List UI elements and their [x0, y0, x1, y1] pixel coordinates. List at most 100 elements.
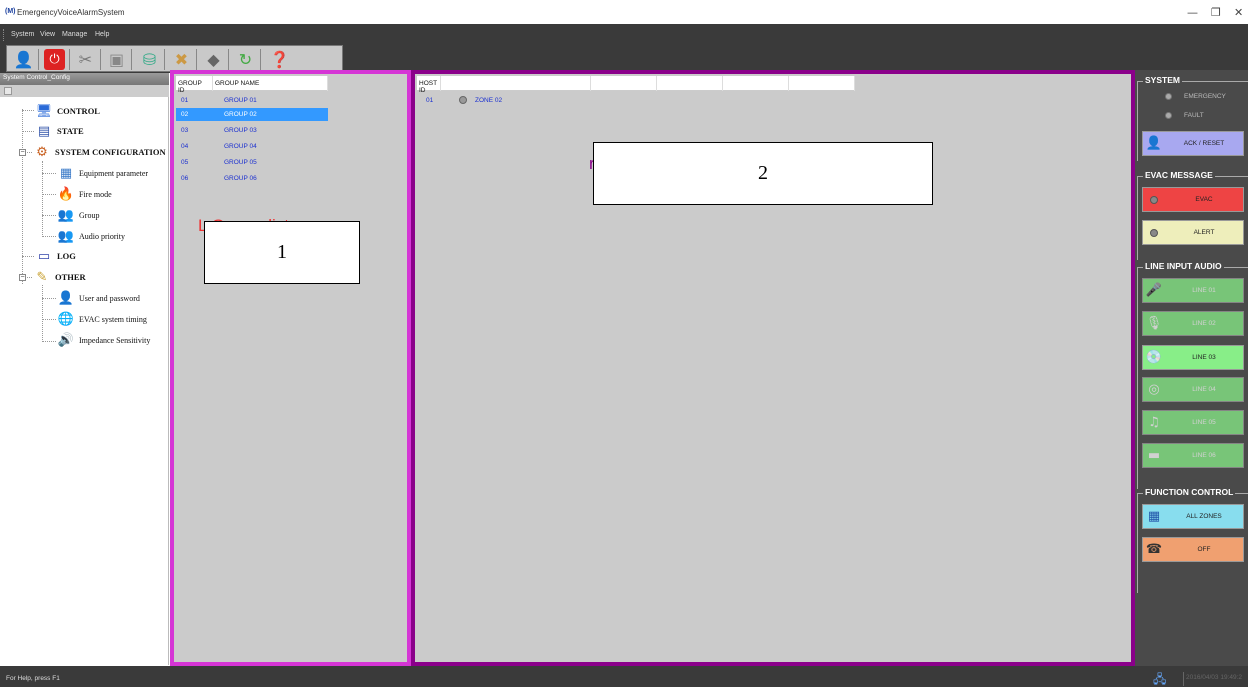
save-icon[interactable]: ▣ [106, 49, 127, 70]
expand-other[interactable]: − [19, 274, 26, 281]
log-icon: ▭ [37, 248, 51, 264]
tree-item-log[interactable]: ▭ LOG [34, 246, 76, 266]
host-list-header: HOST ID [417, 76, 855, 94]
alert-button[interactable]: ALERT [1142, 220, 1244, 245]
host-list-panel: HOST ID 01 ZONE 02 r 2 [411, 70, 1135, 666]
menu-grip [3, 29, 5, 41]
control-panel: SYSTEM EMERGENCY FAULT 👤 ACK / RESET EVA… [1135, 70, 1248, 666]
emergency-indicator: EMERGENCY [1165, 93, 1226, 100]
minimize-button[interactable]: — [1187, 6, 1198, 19]
restore-button[interactable]: ❐ [1211, 6, 1221, 19]
line-03-button[interactable]: 💿 LINE 03 [1142, 345, 1244, 370]
tree-item-control[interactable]: 🖥 CONTROL [34, 101, 100, 121]
section-function-control: FUNCTION CONTROL [1137, 487, 1248, 593]
user-icon[interactable]: 👤 [13, 49, 34, 70]
user-icon: 👤 [1145, 136, 1163, 151]
document-icon[interactable] [4, 87, 12, 95]
line-06-button[interactable]: ▬ LINE 06 [1142, 443, 1244, 468]
microphone-icon: 🎤 [1145, 283, 1163, 298]
sidebar-title: System Control_Config [0, 73, 169, 85]
table-row[interactable]: 01 ZONE 02 [417, 94, 617, 107]
power-icon[interactable]: ⏻ [44, 49, 65, 70]
table-row[interactable]: 04 GROUP 04 [176, 140, 328, 153]
evac-lamp-icon [1143, 190, 1165, 210]
app-icon: (M) [5, 8, 16, 15]
network-status-icon: 🖧 [1153, 672, 1167, 686]
column-group-name[interactable]: GROUP NAME [213, 76, 328, 91]
fault-indicator: FAULT [1165, 112, 1204, 119]
line-02-button[interactable]: 🎙 LINE 02 [1142, 311, 1244, 336]
section-evac-message: EVAC MESSAGE [1137, 170, 1248, 260]
menu-system[interactable]: System [11, 31, 34, 38]
emergency-lamp-icon [1165, 93, 1172, 100]
network-icon[interactable]: ⛁ [139, 49, 160, 70]
menu-view[interactable]: View [40, 31, 55, 38]
group-list-panel: GROUP ID GROUP NAME 01 GROUP 01 02 GROUP… [170, 70, 411, 666]
line-01-button[interactable]: 🎤 LINE 01 [1142, 278, 1244, 303]
evac-button[interactable]: EVAC [1142, 187, 1244, 212]
status-bar: For Help, press F1 🖧 2016/04/03 19:49:2 [0, 666, 1248, 687]
monitor-icon: 🖥 [35, 103, 53, 119]
toolbar-strip: 👤 ⏻ ✂ ▣ ⛁ ✖ ◆ ↻ ❓ [6, 45, 343, 72]
music-note-icon: ♫ [1148, 415, 1160, 430]
refresh-icon[interactable]: ↻ [235, 49, 256, 70]
user-key-icon: 👤 [57, 290, 75, 306]
ack-reset-button[interactable]: 👤 ACK / RESET [1142, 131, 1244, 156]
annotation-box-2: 2 [593, 142, 933, 205]
speaker-icon: 🔊 [57, 332, 75, 348]
tree-item-fire-mode[interactable]: 🔥 Fire mode [56, 184, 112, 204]
tree-item-evac-system-timing[interactable]: 🌐 EVAC system timing [56, 309, 147, 329]
equipment-icon: ▦ [59, 165, 73, 181]
close-button[interactable]: ✕ [1234, 6, 1243, 19]
sidebar: System Control_Config − − 🖥 CONTROL ▤ ST… [0, 73, 169, 665]
annotation-box-1: 1 [204, 221, 360, 284]
tools-icon[interactable]: ✂ [75, 49, 96, 70]
connect-icon[interactable]: ✖ [171, 49, 192, 70]
tree-item-system-configuration[interactable]: ⚙ SYSTEM CONFIGURATION [32, 142, 165, 162]
menu-help[interactable]: Help [95, 31, 109, 38]
status-help-text: For Help, press F1 [6, 675, 60, 682]
group-list-header: GROUP ID GROUP NAME [176, 76, 328, 94]
menu-bar: System View Manage Help [0, 24, 1248, 45]
menu-manage[interactable]: Manage [62, 31, 87, 38]
handheld-mic-icon: 🎙 [1145, 316, 1163, 331]
expand-system-configuration[interactable]: − [19, 149, 26, 156]
all-zones-button[interactable]: ▦ ALL ZONES [1142, 504, 1244, 529]
table-row[interactable]: 01 GROUP 01 [176, 94, 328, 107]
tree-item-user-and-password[interactable]: 👤 User and password [56, 288, 140, 308]
erase-icon[interactable]: ◆ [203, 49, 224, 70]
column-group-id[interactable]: GROUP ID [176, 76, 213, 94]
table-row[interactable]: 03 GROUP 03 [176, 124, 328, 137]
state-icon: ▤ [37, 123, 51, 139]
toolbar: 👤 ⏻ ✂ ▣ ⛁ ✖ ◆ ↻ ❓ [0, 45, 1248, 73]
fault-lamp-icon [1165, 112, 1172, 119]
column-host-id[interactable]: HOST ID [417, 76, 441, 94]
line-04-button[interactable]: ◎ LINE 04 [1142, 377, 1244, 402]
tree-item-equipment-parameter[interactable]: ▦ Equipment parameter [56, 163, 148, 183]
zone-status-icon [459, 96, 467, 104]
group-icon: 👥 [57, 207, 75, 223]
help-icon[interactable]: ❓ [269, 49, 290, 70]
title-bar: (M) EmergencyVoiceAlarmSystem — ❐ ✕ [0, 0, 1248, 24]
table-row[interactable]: 06 GROUP 06 [176, 172, 328, 185]
cd-player-icon: 💿 [1145, 350, 1163, 365]
gear-icon: ⚙ [36, 144, 48, 160]
table-row-selected[interactable]: 02 GROUP 02 [176, 108, 328, 121]
section-line-input-audio: LINE INPUT AUDIO [1137, 261, 1248, 489]
tree-item-impedance-sensitivity[interactable]: 🔊 Impedance Sensitivity [56, 330, 150, 350]
window-title: EmergencyVoiceAlarmSystem [17, 8, 125, 17]
line-05-button[interactable]: ♫ LINE 05 [1142, 410, 1244, 435]
table-row[interactable]: 05 GROUP 05 [176, 156, 328, 169]
zones-icon: ▦ [1147, 509, 1161, 524]
audio-priority-icon: 👥 [57, 228, 75, 244]
off-icon: ☎ [1145, 542, 1163, 557]
off-button[interactable]: ☎ OFF [1142, 537, 1244, 562]
tree-item-group[interactable]: 👥 Group [56, 205, 100, 225]
other-icon: ✎ [36, 269, 48, 285]
tree-item-state[interactable]: ▤ STATE [34, 121, 84, 141]
tree-item-audio-priority[interactable]: 👥 Audio priority [56, 226, 125, 246]
fire-icon: 🔥 [57, 186, 75, 202]
globe-icon: 🌐 [57, 311, 75, 327]
status-datetime: 2016/04/03 19:49:2 [1183, 672, 1244, 686]
tree-item-other[interactable]: ✎ OTHER [32, 267, 86, 287]
